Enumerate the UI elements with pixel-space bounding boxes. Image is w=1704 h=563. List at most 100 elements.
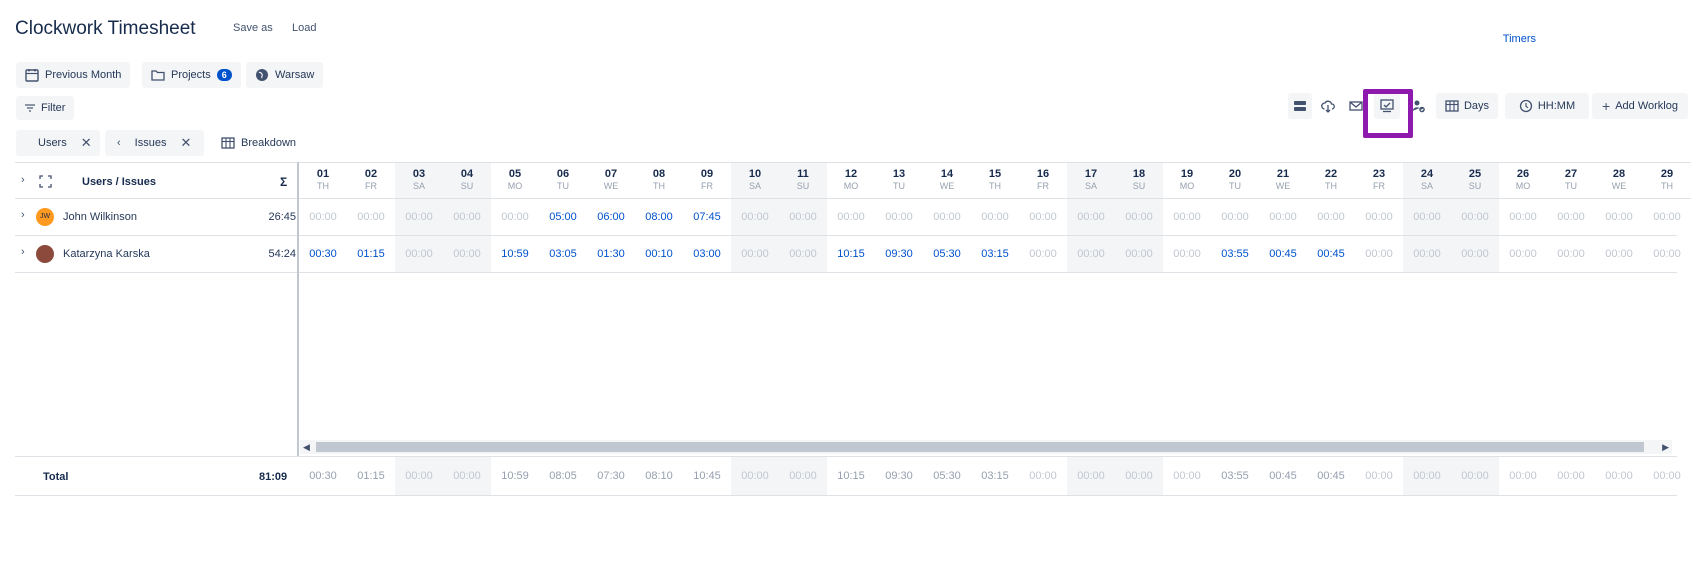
- server-icon-button[interactable]: [1288, 93, 1312, 119]
- time-cell[interactable]: 00:00: [875, 199, 923, 235]
- time-cell[interactable]: 00:00: [1211, 199, 1259, 235]
- time-cell[interactable]: 00:00: [731, 199, 779, 235]
- time-cell[interactable]: 10:59: [491, 236, 539, 272]
- time-format-button[interactable]: HH:MM: [1505, 93, 1589, 119]
- time-cell[interactable]: 00:00: [491, 199, 539, 235]
- time-cell[interactable]: 00:00: [1115, 236, 1163, 272]
- day-number: 02: [364, 168, 378, 180]
- time-cell[interactable]: 08:00: [635, 199, 683, 235]
- time-cell[interactable]: 00:00: [1259, 199, 1307, 235]
- filter-button[interactable]: Filter: [16, 96, 75, 120]
- time-cell[interactable]: 00:00: [923, 199, 971, 235]
- timezone-button[interactable]: Warsaw: [246, 62, 324, 88]
- projects-button[interactable]: Projects 6: [142, 62, 241, 88]
- time-cell[interactable]: 00:45: [1307, 236, 1355, 272]
- day-number: 23: [1372, 168, 1386, 180]
- scroll-right-icon[interactable]: ▶: [1662, 440, 1669, 454]
- fullscreen-icon[interactable]: [39, 175, 52, 188]
- save-as-link[interactable]: Save as: [233, 22, 273, 34]
- time-cell[interactable]: 00:00: [1067, 236, 1115, 272]
- time-cell[interactable]: 00:00: [1547, 199, 1595, 235]
- time-cell[interactable]: 00:00: [1163, 199, 1211, 235]
- time-cell[interactable]: 00:00: [395, 236, 443, 272]
- time-cell[interactable]: 00:00: [1163, 236, 1211, 272]
- grid-icon: [1445, 100, 1459, 112]
- expand-row-chevron-icon[interactable]: ›: [21, 209, 25, 221]
- breakdown-button[interactable]: Breakdown: [212, 130, 305, 156]
- time-cell[interactable]: 03:55: [1211, 236, 1259, 272]
- time-cell[interactable]: 00:00: [1403, 236, 1451, 272]
- time-cell[interactable]: 00:00: [1355, 199, 1403, 235]
- time-cell[interactable]: 00:00: [1595, 236, 1643, 272]
- issues-chip[interactable]: ‹ Issues ✕: [105, 130, 204, 156]
- time-cell[interactable]: 03:15: [971, 236, 1019, 272]
- time-cell[interactable]: 00:10: [635, 236, 683, 272]
- time-cell[interactable]: 05:00: [539, 199, 587, 235]
- time-cell[interactable]: 09:30: [875, 236, 923, 272]
- folder-icon: [151, 70, 165, 81]
- time-cell[interactable]: 00:00: [1499, 236, 1547, 272]
- scroll-left-icon[interactable]: ◀: [303, 440, 310, 454]
- day-header: 21 WE: [1259, 162, 1307, 199]
- remove-users-icon[interactable]: ✕: [81, 135, 92, 151]
- add-worklog-button[interactable]: + Add Worklog: [1592, 93, 1688, 119]
- time-cell[interactable]: 00:00: [443, 199, 491, 235]
- time-cell[interactable]: 00:00: [779, 236, 827, 272]
- time-cell[interactable]: 10:15: [827, 236, 875, 272]
- time-cell[interactable]: 00:00: [443, 236, 491, 272]
- load-link[interactable]: Load: [292, 22, 316, 34]
- issues-chip-label: Issues: [134, 137, 167, 149]
- timers-link[interactable]: Timers: [1503, 33, 1536, 45]
- time-cell[interactable]: 03:05: [539, 236, 587, 272]
- time-cell[interactable]: 00:00: [299, 199, 347, 235]
- user-name[interactable]: Katarzyna Karska: [63, 248, 150, 260]
- day-number: 20: [1228, 168, 1242, 180]
- day-number: 15: [988, 168, 1002, 180]
- scrollbar-thumb[interactable]: [316, 442, 1644, 452]
- expand-row-chevron-icon[interactable]: ›: [21, 246, 25, 258]
- horizontal-scrollbar[interactable]: ◀ ▶: [300, 440, 1672, 454]
- time-cell[interactable]: 00:00: [1451, 236, 1499, 272]
- time-cell[interactable]: 00:00: [779, 199, 827, 235]
- time-cell[interactable]: 00:00: [1019, 236, 1067, 272]
- user-check-button[interactable]: [1408, 93, 1428, 119]
- time-cell[interactable]: 00:00: [1499, 199, 1547, 235]
- time-cell[interactable]: 03:00: [683, 236, 731, 272]
- time-cell[interactable]: 00:00: [1115, 199, 1163, 235]
- remove-issues-icon[interactable]: ✕: [180, 135, 191, 151]
- time-cell[interactable]: 00:00: [1643, 199, 1691, 235]
- previous-month-button[interactable]: Previous Month: [16, 62, 131, 88]
- cloud-download-button[interactable]: [1316, 93, 1340, 119]
- time-cell[interactable]: 00:00: [1355, 236, 1403, 272]
- time-cell[interactable]: 00:00: [1307, 199, 1355, 235]
- expand-all-chevron-icon[interactable]: ›: [21, 174, 25, 186]
- time-cell[interactable]: 00:00: [1403, 199, 1451, 235]
- weekday-label: TU: [1229, 181, 1241, 191]
- time-cell[interactable]: 01:15: [347, 236, 395, 272]
- time-cell[interactable]: 00:00: [1067, 199, 1115, 235]
- time-cell[interactable]: 05:30: [923, 236, 971, 272]
- time-cell[interactable]: 00:00: [731, 236, 779, 272]
- time-cell[interactable]: 06:00: [587, 199, 635, 235]
- time-cell[interactable]: 00:00: [1595, 199, 1643, 235]
- time-cell[interactable]: 00:30: [299, 236, 347, 272]
- days-button[interactable]: Days: [1436, 93, 1498, 119]
- chevron-left-icon[interactable]: ‹: [117, 137, 121, 149]
- time-cell[interactable]: 00:00: [1547, 236, 1595, 272]
- time-cell[interactable]: 00:00: [1643, 236, 1691, 272]
- column-divider: [297, 162, 299, 457]
- time-cell[interactable]: 01:30: [587, 236, 635, 272]
- user-name[interactable]: John Wilkinson: [63, 211, 137, 223]
- time-cell[interactable]: 00:00: [347, 199, 395, 235]
- time-cell[interactable]: 00:00: [827, 199, 875, 235]
- users-chip[interactable]: Users ✕: [16, 130, 100, 156]
- day-header: 24 SA: [1403, 162, 1451, 199]
- time-cell[interactable]: 00:00: [971, 199, 1019, 235]
- day-number: 21: [1276, 168, 1290, 180]
- highlight-box: [1363, 89, 1413, 138]
- time-cell[interactable]: 00:00: [395, 199, 443, 235]
- time-cell[interactable]: 00:45: [1259, 236, 1307, 272]
- time-cell[interactable]: 00:00: [1019, 199, 1067, 235]
- time-cell[interactable]: 00:00: [1451, 199, 1499, 235]
- time-cell[interactable]: 07:45: [683, 199, 731, 235]
